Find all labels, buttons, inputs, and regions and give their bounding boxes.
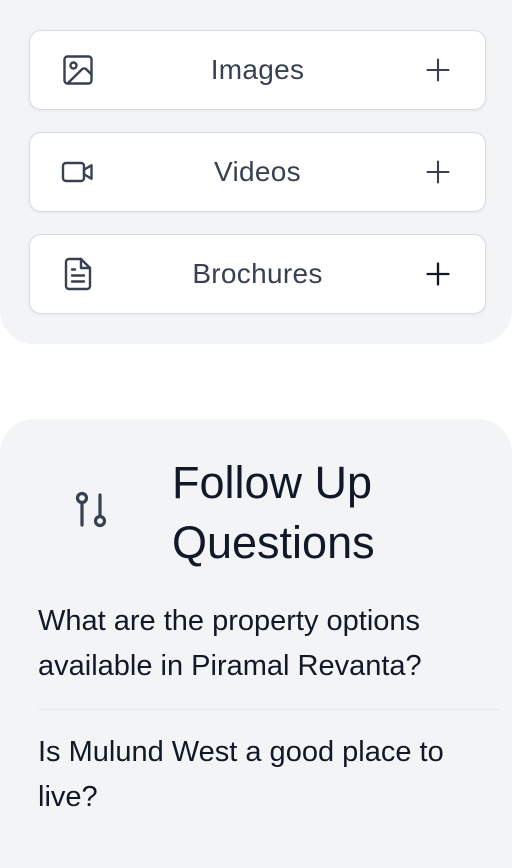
brochures-label: Brochures (192, 258, 323, 289)
section-title-line1: Follow Up (172, 457, 373, 508)
divider (38, 709, 500, 710)
plus-icon (423, 259, 453, 289)
add-brochures-button[interactable]: Brochures (29, 234, 486, 314)
section-title: Follow Up Questions (172, 453, 492, 573)
question-item[interactable]: Is Mulund West a good place to live? (38, 730, 500, 840)
question-item[interactable]: What are the property options available … (38, 599, 500, 709)
add-videos-button[interactable]: Videos (29, 132, 486, 212)
media-section: Images Videos Brochures (0, 0, 512, 344)
images-label: Images (210, 54, 305, 85)
video-icon (60, 154, 96, 190)
plus-icon (423, 55, 453, 85)
git-compare-icon (72, 489, 112, 531)
question-list: What are the property options available … (38, 599, 500, 840)
follow-up-questions-section: Follow Up Questions What are the propert… (0, 419, 512, 868)
plus-icon (423, 157, 453, 187)
section-title-line2: Questions (172, 517, 375, 568)
add-images-button[interactable]: Images (29, 30, 486, 110)
document-icon (60, 256, 96, 292)
image-icon (60, 52, 96, 88)
videos-label: Videos (214, 156, 301, 187)
